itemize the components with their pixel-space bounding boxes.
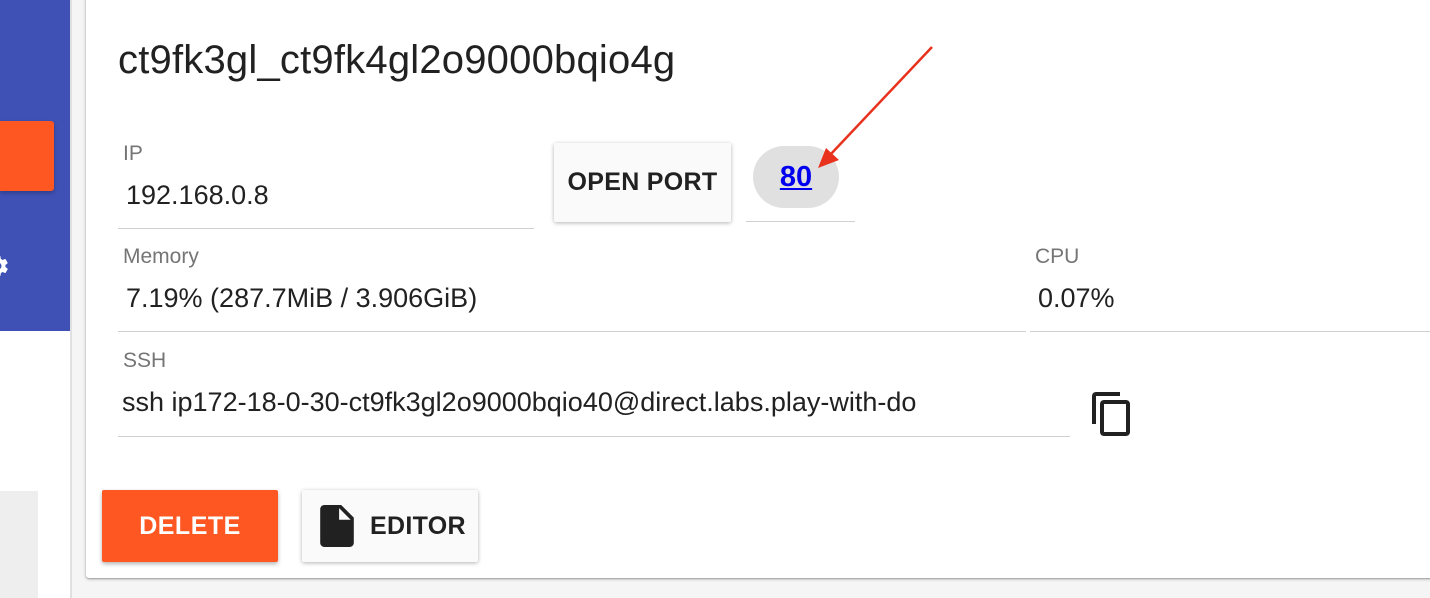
ip-label: IP	[123, 142, 143, 165]
memory-underline	[118, 331, 1026, 332]
sidebar-panel	[0, 491, 38, 598]
editor-button[interactable]: EDITOR	[302, 490, 478, 562]
port-chip[interactable]: 80	[753, 146, 839, 208]
delete-button[interactable]: DELETE	[102, 490, 278, 562]
instance-card: ct9fk3gl_ct9fk4gl2o9000bqio4g IP 192.168…	[86, 0, 1430, 578]
sidebar-active-item[interactable]	[0, 121, 54, 191]
instance-title: ct9fk3gl_ct9fk4gl2o9000bqio4g	[118, 38, 676, 82]
ssh-underline	[118, 436, 1070, 437]
open-port-button[interactable]: OPEN PORT	[554, 143, 731, 222]
memory-value: 7.19% (287.7MiB / 3.906GiB)	[126, 283, 478, 313]
ip-underline	[118, 228, 534, 229]
ports-field: 80	[746, 140, 855, 222]
cpu-field: CPU 0.07%	[1030, 245, 1430, 332]
ssh-label: SSH	[123, 349, 167, 372]
gear-icon[interactable]	[0, 254, 10, 278]
ports-underline	[746, 221, 855, 222]
ssh-value[interactable]: ssh ip172-18-0-30-ct9fk3gl2o9000bqio40@d…	[122, 387, 916, 418]
document-icon	[320, 505, 354, 547]
cpu-label: CPU	[1035, 245, 1080, 268]
memory-field: Memory 7.19% (287.7MiB / 3.906GiB)	[118, 245, 1026, 332]
app-root: ct9fk3gl_ct9fk4gl2o9000bqio4g IP 192.168…	[0, 0, 1430, 598]
port-link[interactable]: 80	[780, 161, 812, 194]
ssh-field: SSH ssh ip172-18-0-30-ct9fk3gl2o9000bqio…	[118, 349, 1070, 437]
divider	[70, 0, 72, 598]
ip-value[interactable]: 192.168.0.8	[126, 180, 269, 211]
cpu-underline	[1030, 331, 1430, 332]
ip-field: IP 192.168.0.8	[118, 142, 534, 229]
editor-label: EDITOR	[370, 511, 466, 540]
cpu-value: 0.07%	[1038, 283, 1115, 313]
memory-label: Memory	[123, 245, 199, 268]
copy-icon[interactable]	[1090, 390, 1134, 438]
